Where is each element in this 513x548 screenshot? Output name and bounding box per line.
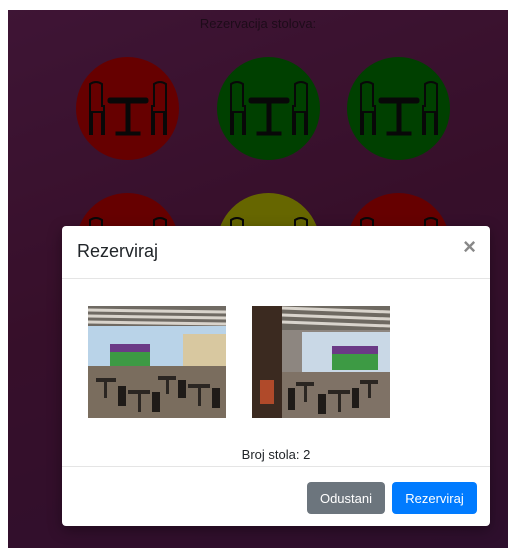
modal-footer: Odustani Rezerviraj	[62, 466, 490, 527]
close-icon[interactable]: ×	[463, 236, 476, 258]
reserve-button[interactable]: Rezerviraj	[392, 482, 477, 514]
terrace-photo-2	[252, 306, 390, 418]
terrace-photo-1	[88, 306, 226, 418]
table-number-label: Broj stola: 2	[241, 447, 311, 462]
modal-title: Rezerviraj	[77, 241, 159, 261]
modal-header: Rezerviraj ×	[62, 226, 490, 279]
cancel-button[interactable]: Odustani	[307, 482, 385, 514]
reservation-modal: Rezerviraj × Broj stola: 2 Odustani Reze…	[62, 226, 490, 526]
